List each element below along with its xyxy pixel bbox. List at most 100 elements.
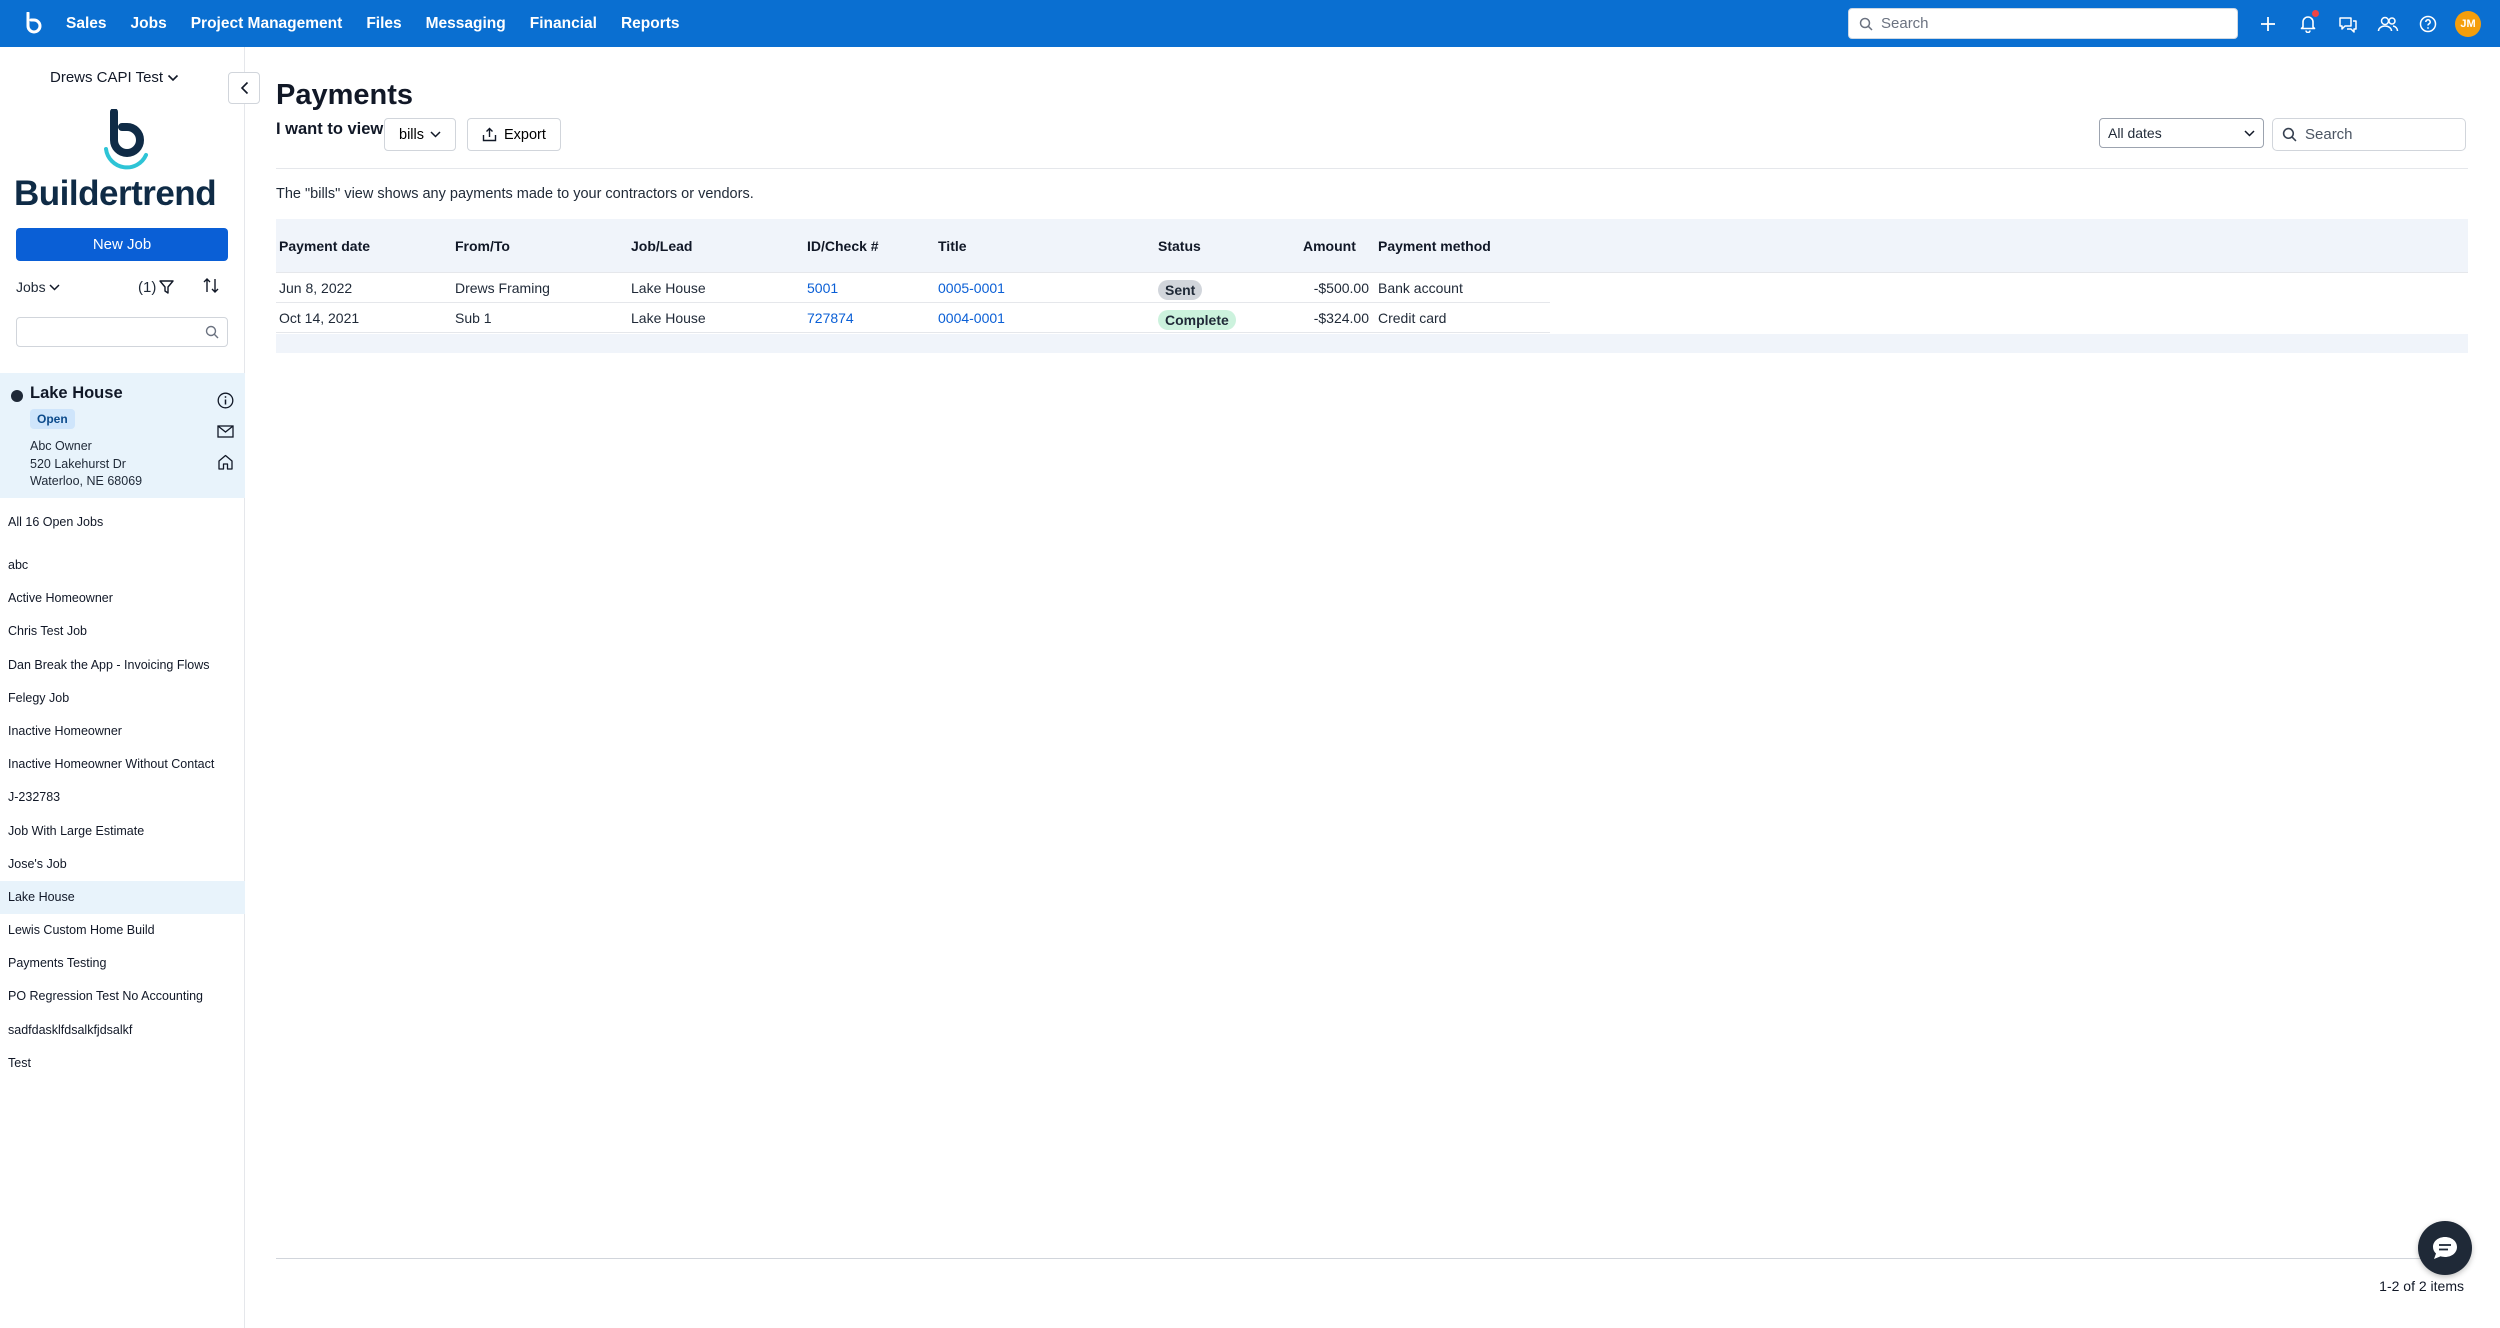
table-header: Payment date From/To Job/Lead ID/Check #… <box>276 219 2468 273</box>
divider <box>276 1258 2468 1259</box>
top-bar: Sales Jobs Project Management Files Mess… <box>0 0 2500 47</box>
selected-job-card[interactable]: Lake House Open Abc Owner 520 Lakehurst … <box>0 373 245 498</box>
jobs-dropdown-label: Jobs <box>16 279 46 295</box>
export-button[interactable]: Export <box>467 118 561 151</box>
view-selector[interactable]: bills <box>384 118 456 151</box>
table-body: Jun 8, 2022 Drews Framing Lake House 5001 00… <box>276 273 2468 333</box>
job-status-dot <box>11 390 23 402</box>
collapse-sidebar-button[interactable] <box>228 72 260 104</box>
col-amount[interactable]: Amount <box>1303 238 1356 254</box>
chat-bubble-icon <box>2433 1237 2457 1259</box>
search-icon <box>205 325 219 339</box>
all-jobs-link[interactable]: All 16 Open Jobs <box>8 515 103 529</box>
col-payment-method[interactable]: Payment method <box>1378 238 1491 254</box>
status-badge: Sent <box>1158 280 1203 300</box>
account-switcher[interactable]: Drews CAPI Test <box>50 69 179 86</box>
nav-sales[interactable]: Sales <box>66 15 107 33</box>
status-badge: Complete <box>1158 310 1236 330</box>
list-item[interactable]: Payments Testing <box>0 947 245 980</box>
list-item[interactable]: Inactive Homeowner Without Contact <box>0 748 245 781</box>
account-name: Drews CAPI Test <box>50 69 164 86</box>
filter-button[interactable]: (1) <box>138 278 175 296</box>
status-badge: Open <box>30 409 75 429</box>
chevron-down-icon <box>49 283 60 291</box>
jobs-dropdown[interactable]: Jobs <box>16 279 60 295</box>
home-icon[interactable] <box>215 452 235 472</box>
job-list: abc Active Homeowner Chris Test Job Dan Bre… <box>0 549 245 1080</box>
col-job-lead[interactable]: Job/Lead <box>631 238 692 254</box>
col-id-check[interactable]: ID/Check # <box>807 238 879 254</box>
list-item[interactable]: Lake House <box>0 880 245 915</box>
nav-files[interactable]: Files <box>366 15 401 33</box>
brand-logo: Buildertrend <box>14 108 230 214</box>
chevron-down-icon <box>2244 129 2255 137</box>
list-item[interactable]: J-232783 <box>0 781 245 814</box>
list-item[interactable]: Lewis Custom Home Build <box>0 914 245 947</box>
cell-title-link[interactable]: 0005-0001 <box>938 280 1005 296</box>
cell-payment-date: Oct 14, 2021 <box>279 310 360 326</box>
cell-payment-date: Jun 8, 2022 <box>279 280 353 296</box>
notification-badge <box>2312 10 2319 17</box>
filter-count: (1) <box>138 278 157 296</box>
nav-jobs[interactable]: Jobs <box>131 15 167 33</box>
col-title[interactable]: Title <box>938 238 967 254</box>
table-row[interactable]: Jun 8, 2022 Drews Framing Lake House 5001 00… <box>276 273 1550 303</box>
list-item[interactable]: sadfdasklfdsalkfjdsalkf <box>0 1014 245 1047</box>
brand-wordmark: Buildertrend <box>14 174 217 213</box>
cell-payment-method: Bank account <box>1378 280 1463 296</box>
col-from-to[interactable]: From/To <box>455 238 510 254</box>
job-street: 520 Lakehurst Dr <box>30 456 126 471</box>
list-item[interactable]: Chris Test Job <box>0 615 245 648</box>
cell-from-to: Sub 1 <box>455 310 492 326</box>
col-payment-date[interactable]: Payment date <box>279 238 370 254</box>
list-item[interactable]: abc <box>0 549 245 582</box>
buildertrend-logo-icon[interactable] <box>20 10 48 38</box>
help-icon[interactable] <box>2408 0 2448 47</box>
global-search-input[interactable] <box>1881 15 2221 32</box>
date-filter-select[interactable]: All dates <box>2099 118 2264 148</box>
cell-title-link[interactable]: 0004-0001 <box>938 310 1005 326</box>
chat-support-button[interactable] <box>2418 1221 2472 1275</box>
info-icon[interactable] <box>215 390 235 410</box>
cell-id-check-link[interactable]: 727874 <box>807 310 854 326</box>
list-item[interactable]: Felegy Job <box>0 682 245 715</box>
nav-project-management[interactable]: Project Management <box>191 15 343 33</box>
list-item[interactable]: Active Homeowner <box>0 582 245 615</box>
chat-icon[interactable] <box>2328 0 2368 47</box>
cell-job-lead: Lake House <box>631 280 706 296</box>
list-item[interactable]: Test <box>0 1047 245 1080</box>
list-item[interactable]: Dan Break the App - Invoicing Flows <box>0 649 245 682</box>
list-item[interactable]: Job With Large Estimate <box>0 815 245 848</box>
search-icon <box>2282 127 2297 142</box>
avatar: JM <box>2455 10 2481 37</box>
nav-reports[interactable]: Reports <box>621 15 680 33</box>
nav-messaging[interactable]: Messaging <box>426 15 506 33</box>
team-icon[interactable] <box>2368 0 2408 47</box>
view-selector-value: bills <box>399 126 424 143</box>
divider <box>276 168 2468 169</box>
sort-button[interactable] <box>203 278 219 296</box>
cell-job-lead: Lake House <box>631 310 706 326</box>
mail-icon[interactable] <box>215 421 235 441</box>
cell-id-check-link[interactable]: 5001 <box>807 280 838 296</box>
notifications-icon[interactable] <box>2288 0 2328 47</box>
col-status[interactable]: Status <box>1158 238 1201 254</box>
export-label: Export <box>504 126 546 143</box>
list-item[interactable]: Jose's Job <box>0 848 245 881</box>
pagination-summary: 1-2 of 2 items <box>2379 1278 2464 1294</box>
table-row[interactable]: Oct 14, 2021 Sub 1 Lake House 727874 0004-00… <box>276 303 1550 333</box>
list-item[interactable]: Inactive Homeowner <box>0 715 245 748</box>
job-search-input[interactable] <box>23 322 193 338</box>
cell-payment-method: Credit card <box>1378 310 1447 326</box>
table-footer <box>276 334 2468 353</box>
add-icon[interactable] <box>2248 0 2288 47</box>
cell-amount: -$500.00 <box>1313 280 1369 296</box>
user-menu[interactable]: JM <box>2448 0 2488 47</box>
payments-search-input[interactable] <box>2305 126 2455 143</box>
payments-search <box>2272 118 2466 151</box>
list-item[interactable]: PO Regression Test No Accounting <box>0 980 245 1013</box>
top-icons: JM <box>2248 0 2488 47</box>
new-job-button[interactable]: New Job <box>16 228 228 261</box>
nav-financial[interactable]: Financial <box>530 15 597 33</box>
chevron-down-icon <box>168 74 179 81</box>
